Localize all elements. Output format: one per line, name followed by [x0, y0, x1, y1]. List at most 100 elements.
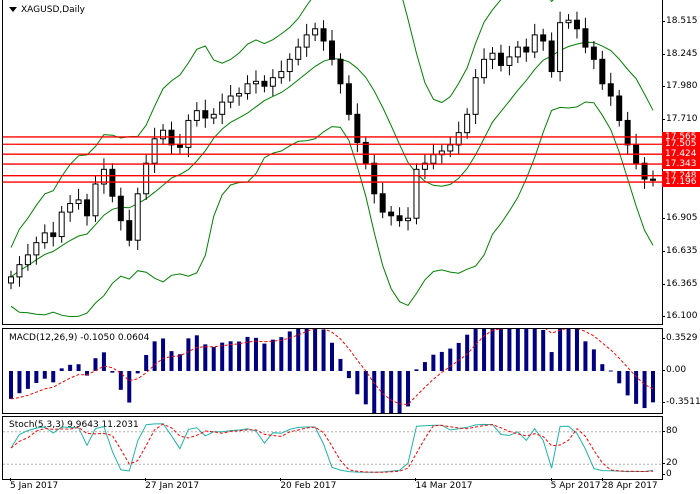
candle-body [126, 220, 133, 241]
candle [151, 127, 158, 173]
date-axis: 5 Jan 2017 27 Jan 2017 20 Feb 2017 14 Mar 2… [2, 478, 661, 494]
candle-body [92, 183, 99, 217]
price-tick-label: 16.905 [662, 212, 698, 223]
candle-body [151, 138, 158, 164]
candle [548, 32, 555, 78]
candle [599, 50, 606, 90]
candle-body [455, 132, 462, 146]
candle-body [531, 34, 538, 53]
macd-bar [296, 329, 301, 371]
price-tick-label: 18.515 [662, 15, 698, 26]
price-tick-label: 16.635 [662, 245, 698, 256]
macd-bar [549, 352, 554, 371]
price-chart[interactable] [3, 0, 662, 324]
macd-bar [9, 371, 13, 399]
candle-body [523, 46, 530, 53]
candle-body [337, 58, 344, 85]
candle-body [16, 264, 23, 278]
candle-body [379, 193, 386, 213]
macd-bar [482, 329, 487, 371]
candle-body [557, 22, 564, 73]
macd-bar [600, 364, 605, 371]
candle [252, 70, 259, 94]
date-tick-label: 5 Jan 2017 [10, 478, 59, 491]
macd-bar [203, 344, 208, 371]
stoch-axis: 80 20 0 [661, 416, 700, 480]
macd-bar [608, 370, 613, 372]
candle [295, 38, 302, 66]
candle-body [388, 211, 395, 217]
candle-body [607, 83, 614, 97]
candle-body [252, 80, 259, 85]
macd-bar [135, 371, 140, 374]
candle [41, 224, 48, 249]
candle [540, 28, 547, 51]
price-tick-label: 18.245 [662, 48, 698, 59]
candle-body [514, 46, 521, 58]
macd-bar [186, 338, 191, 371]
candle-body [430, 154, 437, 164]
macd-bar [591, 349, 596, 371]
candle [16, 256, 23, 287]
candle-body [413, 168, 420, 219]
macd-bar [558, 329, 563, 371]
candle-body [84, 199, 91, 217]
candle-body [227, 95, 234, 103]
macd-bar [406, 371, 411, 407]
macd-bar [380, 371, 385, 413]
candle-body [472, 77, 479, 115]
candle [193, 102, 200, 127]
macd-bar [330, 342, 334, 371]
candle-body [506, 56, 513, 66]
macd-pane[interactable]: MACD(12,26,9) -0.1050 0.0604 [2, 328, 663, 414]
stoch-chart [3, 423, 662, 473]
candle-body [489, 52, 496, 60]
price-tick-label: 16.100 [662, 311, 698, 321]
candle [58, 206, 65, 243]
candle [464, 108, 471, 139]
macd-bar [346, 371, 351, 379]
candle [303, 23, 310, 57]
macd-bar [169, 351, 174, 371]
stoch-pane[interactable]: Stoch(5,3,3) 9.9643 11.2031 [2, 416, 663, 480]
candle [84, 193, 91, 226]
candle-body [219, 101, 226, 115]
candle [607, 72, 614, 106]
macd-bar [127, 371, 132, 403]
macd-bar [17, 371, 22, 394]
candle-body [650, 178, 656, 181]
macd-bar [211, 347, 216, 371]
candle [506, 45, 513, 76]
macd-bar [152, 341, 157, 371]
candle [67, 195, 74, 222]
macd-bar [59, 368, 64, 371]
candle [75, 188, 82, 210]
macd-bar [42, 371, 47, 379]
candle-body [278, 71, 285, 79]
candle [481, 48, 488, 84]
price-tick-label: 17.710 [662, 114, 698, 125]
candle [210, 108, 217, 125]
candle-body [58, 211, 65, 238]
candle-body [67, 203, 74, 213]
date-tick-label: 14 Mar 2017 [415, 478, 473, 491]
stoch-tick-label: 80 [661, 425, 678, 436]
chart-window[interactable]: XAGUSD,Daily 18.515 18.245 17.980 17.710 17.… [0, 0, 700, 494]
price-pane[interactable]: XAGUSD,Daily [2, 0, 663, 325]
candle-body [295, 46, 302, 60]
level-label: 17.505 [662, 139, 700, 150]
candle [396, 207, 403, 227]
macd-bar [389, 371, 394, 413]
candle [650, 170, 656, 187]
macd-bar [161, 338, 166, 371]
macd-bar [321, 329, 326, 371]
candle [236, 87, 243, 106]
price-tick-label: 16.365 [662, 278, 698, 289]
candle [261, 75, 268, 93]
macd-bar [625, 371, 630, 396]
candle-body [176, 144, 183, 148]
level-label: 17.424 [662, 149, 700, 160]
macd-tick-label: 0.3529 [662, 333, 698, 344]
macd-bar [194, 335, 199, 371]
candle [379, 182, 386, 219]
